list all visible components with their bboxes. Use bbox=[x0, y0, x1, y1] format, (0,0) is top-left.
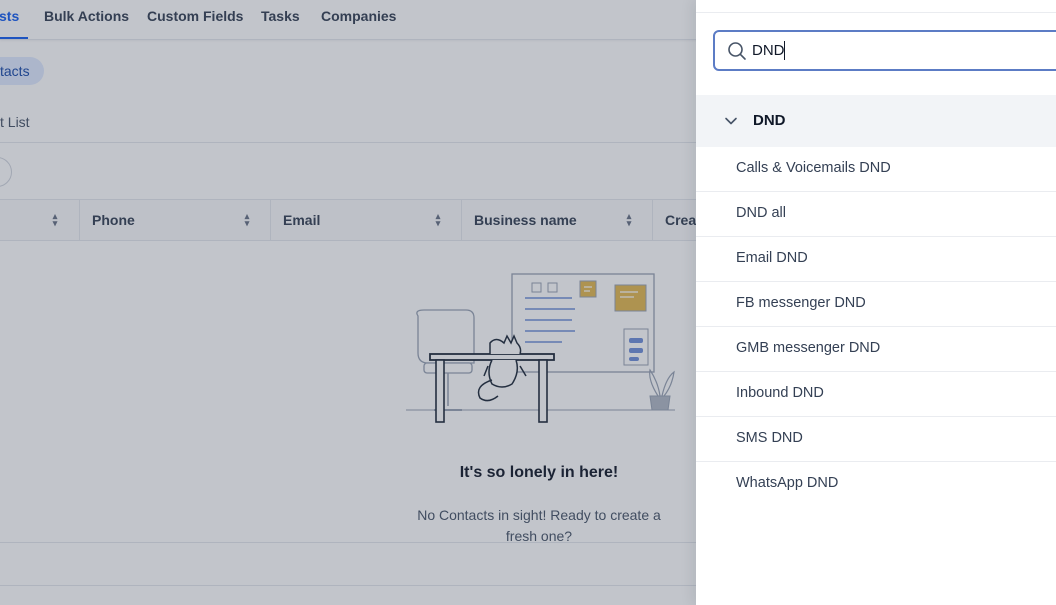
search-icon bbox=[728, 42, 746, 60]
option-gmb-messenger-dnd[interactable]: GMB messenger DND bbox=[696, 327, 1056, 372]
text-caret bbox=[784, 41, 785, 60]
chevron-down-icon[interactable] bbox=[724, 114, 738, 128]
panel-header-divider bbox=[696, 12, 1056, 13]
group-header-dnd[interactable]: DND bbox=[696, 95, 1056, 147]
search-value: DND bbox=[752, 42, 785, 59]
option-sms-dnd[interactable]: SMS DND bbox=[696, 417, 1056, 462]
option-calls-voicemails-dnd[interactable]: Calls & Voicemails DND bbox=[696, 147, 1056, 192]
group-label: DND bbox=[753, 112, 786, 129]
option-inbound-dnd[interactable]: Inbound DND bbox=[696, 372, 1056, 417]
field-picker-panel: DND DND Calls & Voicemails DND DND all E… bbox=[696, 0, 1056, 605]
field-search-input[interactable]: DND bbox=[713, 30, 1056, 71]
option-fb-messenger-dnd[interactable]: FB messenger DND bbox=[696, 282, 1056, 327]
modal-backdrop[interactable] bbox=[0, 0, 696, 605]
option-whatsapp-dnd[interactable]: WhatsApp DND bbox=[696, 462, 1056, 507]
option-dnd-all[interactable]: DND all bbox=[696, 192, 1056, 237]
option-email-dnd[interactable]: Email DND bbox=[696, 237, 1056, 282]
